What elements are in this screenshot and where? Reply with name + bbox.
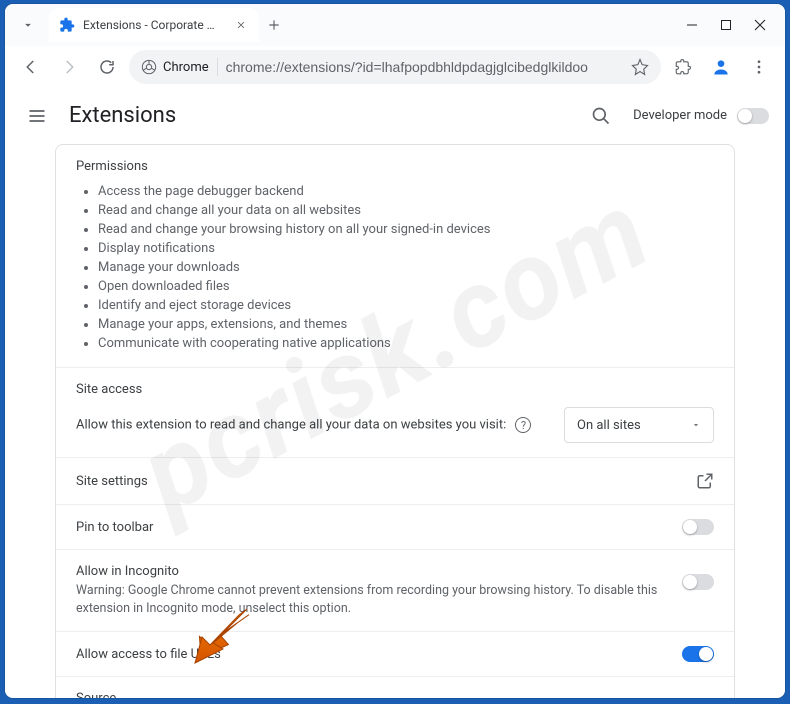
site-settings-row[interactable]: Site settings bbox=[56, 457, 734, 504]
forward-button[interactable] bbox=[53, 51, 85, 83]
permission-item: Display notifications bbox=[98, 239, 714, 258]
minimize-button[interactable] bbox=[677, 10, 707, 40]
maximize-button[interactable] bbox=[711, 10, 741, 40]
incognito-warning: Warning: Google Chrome cannot prevent ex… bbox=[76, 582, 670, 617]
pin-toolbar-toggle[interactable] bbox=[682, 519, 714, 535]
extension-icon bbox=[59, 17, 75, 33]
profile-button[interactable] bbox=[705, 51, 737, 83]
page-title: Extensions bbox=[69, 103, 176, 128]
content-area[interactable]: Permissions Access the page debugger bac… bbox=[5, 144, 785, 698]
extension-detail-card: Permissions Access the page debugger bac… bbox=[55, 144, 735, 698]
permissions-list: Access the page debugger backend Read an… bbox=[76, 182, 714, 353]
chevron-down-icon bbox=[691, 420, 701, 430]
close-window-button[interactable] bbox=[745, 10, 775, 40]
pin-toolbar-row: Pin to toolbar bbox=[56, 504, 734, 549]
main-menu-button[interactable] bbox=[21, 100, 53, 132]
chrome-icon bbox=[141, 59, 157, 75]
permission-item: Access the page debugger backend bbox=[98, 182, 714, 201]
menu-button[interactable] bbox=[743, 51, 775, 83]
new-tab-button[interactable] bbox=[259, 10, 289, 40]
browser-toolbar: Chrome bbox=[5, 46, 785, 88]
browser-window: Extensions - Corporate Monitor bbox=[5, 4, 785, 698]
source-section: Source Unpacked extension Loaded from: C… bbox=[56, 676, 734, 698]
dropdown-value: On all sites bbox=[577, 418, 641, 433]
address-bar[interactable]: Chrome bbox=[129, 50, 661, 84]
permissions-section: Permissions Access the page debugger bac… bbox=[56, 145, 734, 367]
tab-search-button[interactable] bbox=[13, 10, 43, 40]
permission-item: Read and change all your data on all web… bbox=[98, 201, 714, 220]
tab-close-button[interactable] bbox=[233, 17, 249, 33]
site-access-dropdown[interactable]: On all sites bbox=[564, 407, 714, 443]
permissions-heading: Permissions bbox=[76, 159, 714, 174]
chrome-label: Chrome bbox=[163, 60, 209, 75]
chrome-chip: Chrome bbox=[141, 59, 209, 75]
browser-tab[interactable]: Extensions - Corporate Monitor bbox=[49, 8, 259, 42]
incognito-row: Allow in Incognito Warning: Google Chrom… bbox=[56, 549, 734, 631]
site-settings-label: Site settings bbox=[76, 474, 684, 489]
site-access-section: Site access Allow this extension to read… bbox=[56, 367, 734, 457]
titlebar: Extensions - Corporate Monitor bbox=[5, 4, 785, 46]
permission-item: Manage your downloads bbox=[98, 258, 714, 277]
developer-mode-label: Developer mode bbox=[633, 108, 727, 123]
file-urls-label: Allow access to file URLs bbox=[76, 647, 670, 662]
url-input[interactable] bbox=[226, 59, 623, 75]
site-access-heading: Site access bbox=[76, 382, 714, 397]
incognito-toggle[interactable] bbox=[682, 574, 714, 590]
file-urls-row: Allow access to file URLs bbox=[56, 631, 734, 676]
developer-mode-toggle[interactable] bbox=[737, 108, 769, 124]
file-urls-toggle[interactable] bbox=[682, 646, 714, 662]
help-icon[interactable]: ? bbox=[515, 417, 531, 433]
permission-item: Read and change your browsing history on… bbox=[98, 220, 714, 239]
pin-toolbar-label: Pin to toolbar bbox=[76, 520, 670, 535]
permission-item: Communicate with cooperating native appl… bbox=[98, 334, 714, 353]
window-controls bbox=[677, 10, 779, 40]
search-button[interactable] bbox=[585, 100, 617, 132]
incognito-label: Allow in Incognito bbox=[76, 564, 670, 579]
source-heading: Source bbox=[76, 691, 714, 698]
permission-item: Open downloaded files bbox=[98, 277, 714, 296]
tab-title: Extensions - Corporate Monitor bbox=[83, 18, 225, 32]
extensions-button[interactable] bbox=[667, 51, 699, 83]
open-external-icon[interactable] bbox=[696, 472, 714, 490]
permission-item: Identify and eject storage devices bbox=[98, 296, 714, 315]
extensions-header: Extensions Developer mode bbox=[5, 88, 785, 144]
bookmark-icon[interactable] bbox=[631, 58, 649, 76]
permission-item: Manage your apps, extensions, and themes bbox=[98, 315, 714, 334]
developer-mode: Developer mode bbox=[633, 108, 769, 124]
separator bbox=[217, 58, 218, 76]
back-button[interactable] bbox=[15, 51, 47, 83]
reload-button[interactable] bbox=[91, 51, 123, 83]
site-access-label: Allow this extension to read and change … bbox=[76, 417, 552, 433]
